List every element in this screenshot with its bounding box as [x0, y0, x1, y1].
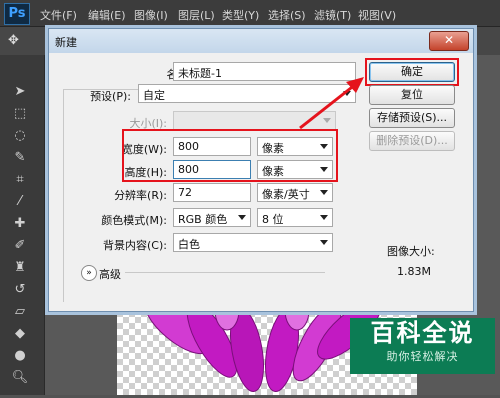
- watermark-title: 百科全说: [370, 319, 475, 347]
- watermark-logo: 百科全说 助你轻松解决: [350, 318, 495, 374]
- watermark-subtitle: 助你轻松解决: [386, 350, 459, 363]
